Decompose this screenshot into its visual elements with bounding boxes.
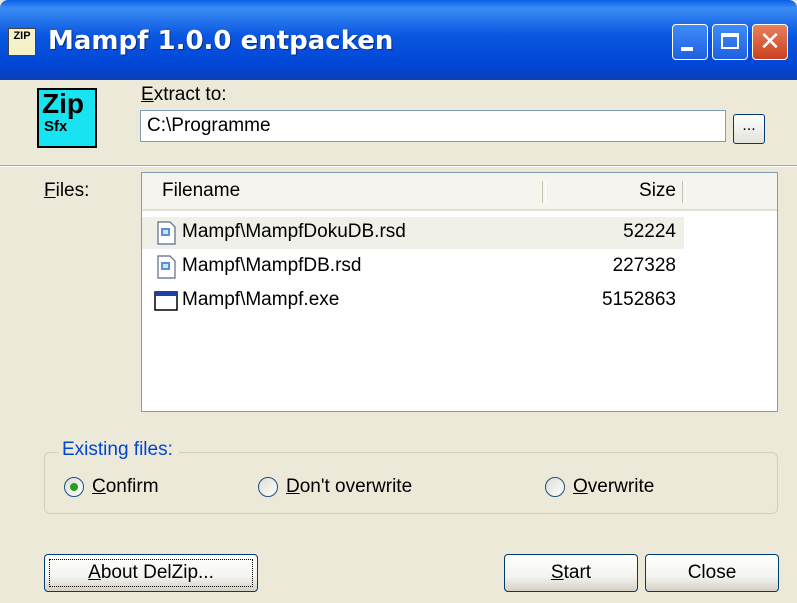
- radio-overwrite[interactable]: Overwrite: [545, 476, 685, 502]
- radio-circle: [545, 477, 565, 497]
- file-icon: [157, 255, 176, 279]
- zip-sfx-logo: Zip Sfx: [37, 88, 97, 148]
- files-label: Files:: [44, 180, 90, 201]
- existing-files-title: Existing files:: [58, 439, 179, 461]
- column-separator[interactable]: [682, 181, 686, 203]
- window-title: Mampf 1.0.0 entpacken: [48, 26, 394, 56]
- focus-rectangle: [49, 559, 253, 587]
- radio-confirm[interactable]: Confirm: [64, 476, 184, 502]
- minimize-icon: [681, 47, 693, 51]
- list-item[interactable]: Mampf\MampfDokuDB.rsd 52224: [142, 217, 684, 249]
- file-icon: [157, 221, 176, 245]
- radio-circle: [64, 477, 84, 497]
- list-item[interactable]: Mampf\MampfDB.rsd 227328: [142, 251, 684, 283]
- close-icon: ✕: [759, 27, 781, 57]
- minimize-button[interactable]: [672, 24, 708, 60]
- extract-path-input[interactable]: [140, 110, 726, 142]
- list-header: Filename Size: [142, 173, 777, 211]
- list-item[interactable]: Mampf\Mampf.exe 5152863: [142, 285, 684, 317]
- column-header-filename[interactable]: Filename: [142, 173, 542, 209]
- close-window-button[interactable]: ✕: [752, 24, 788, 60]
- exe-window-icon: [154, 291, 178, 311]
- maximize-icon: [721, 33, 739, 49]
- separator: [0, 165, 797, 167]
- browse-button[interactable]: ...: [733, 114, 765, 144]
- extract-to-label: Extract to:: [141, 84, 227, 105]
- maximize-button[interactable]: [712, 24, 748, 60]
- radio-selected-dot: [70, 483, 78, 491]
- extract-dialog: ZIP Mampf 1.0.0 entpacken ✕ Zip Sfx Extr…: [0, 0, 797, 603]
- close-button[interactable]: Close: [645, 554, 779, 592]
- column-header-size[interactable]: Size: [542, 173, 684, 209]
- zip-app-icon: ZIP: [8, 28, 36, 56]
- files-list[interactable]: Filename Size Mampf\MampfDokuDB.rsd 5222…: [141, 172, 778, 412]
- radio-dont-overwrite[interactable]: Don't overwrite: [258, 476, 458, 502]
- radio-circle: [258, 477, 278, 497]
- start-button[interactable]: Start: [504, 554, 638, 592]
- about-delzip-button[interactable]: About DelZip...: [44, 554, 258, 592]
- title-bar[interactable]: ZIP Mampf 1.0.0 entpacken ✕: [0, 0, 797, 80]
